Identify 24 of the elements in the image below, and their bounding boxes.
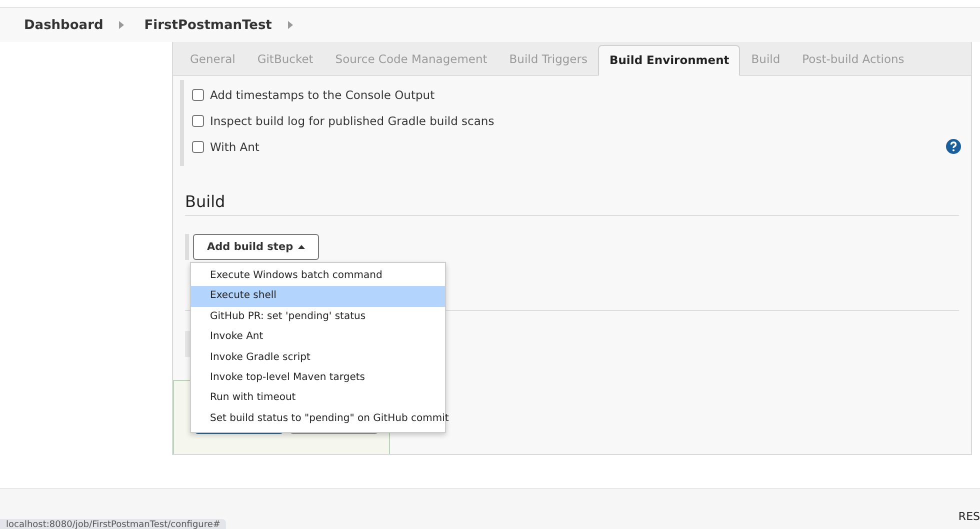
add-build-step-button[interactable]: Add build step	[193, 234, 320, 260]
option-label: Inspect build log for published Gradle build scans	[210, 114, 494, 128]
menu-item[interactable]: Run with timeout	[191, 388, 445, 409]
menu-item[interactable]: Invoke Ant	[191, 327, 445, 348]
checkbox[interactable]	[192, 115, 204, 127]
menu-item[interactable]: Execute Windows batch command	[191, 266, 445, 286]
chevron-icon[interactable]	[288, 21, 293, 29]
status-url: localhost:8080/job/FirstPostmanTest/configure#	[0, 519, 226, 529]
footer-link[interactable]: RES	[958, 510, 980, 523]
breadcrumb-link[interactable]: FirstPostmanTest	[144, 18, 272, 32]
menu-item[interactable]: Invoke top-level Maven targets	[191, 368, 445, 388]
menu-item[interactable]: Execute shell	[191, 286, 445, 307]
chevron-icon[interactable]	[119, 21, 124, 29]
menu-item[interactable]: GitHub PR: set 'pending' status	[191, 306, 445, 328]
help-icon[interactable]	[946, 139, 961, 154]
option-label: With Ant	[210, 140, 260, 154]
checkbox[interactable]	[192, 141, 204, 153]
tab[interactable]: Build Environment	[598, 45, 740, 76]
checkbox[interactable]	[192, 89, 204, 101]
menu-item[interactable]: Invoke Gradle script	[191, 348, 445, 368]
option-label: Add timestamps to the Console Output	[210, 88, 435, 102]
breadcrumb-link[interactable]: Dashboard	[24, 18, 104, 32]
caret-icon	[298, 245, 306, 249]
section-heading: Build	[185, 192, 959, 216]
